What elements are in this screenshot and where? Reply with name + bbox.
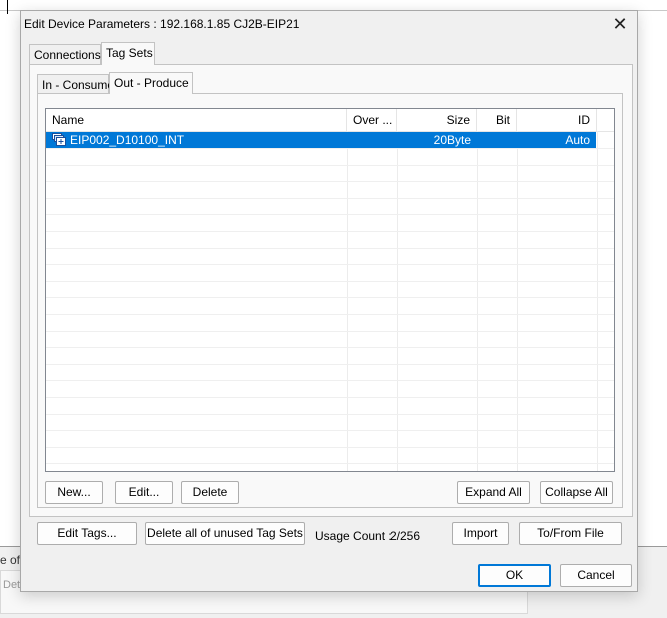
column-header-bit[interactable]: Bit [477,109,517,131]
tab-in-consume[interactable]: In - Consume [37,74,114,94]
grid-row-line [46,463,614,464]
cancel-button[interactable]: Cancel [560,564,632,587]
table-row[interactable]: EIP002_D10100_INT 20Byte Auto [46,132,596,148]
grid-row-line [46,248,614,249]
import-button[interactable]: Import [452,522,509,545]
grid-row-line [46,214,614,215]
dialog-title: Edit Device Parameters : 192.168.1.85 CJ… [24,17,300,31]
edit-tags-button[interactable]: Edit Tags... [37,522,137,545]
collapse-all-button[interactable]: Collapse All [540,481,613,504]
expand-all-button[interactable]: Expand All [457,481,530,504]
column-header-id[interactable]: ID [517,109,597,131]
grid-column-line [347,131,348,471]
close-icon[interactable]: ✕ [609,13,631,35]
grid-row-line [46,430,614,431]
row-bit-cell [477,132,517,148]
grid-column-line [477,131,478,471]
row-id-cell: Auto [565,133,590,147]
grid-column-line [597,131,598,471]
grid-row-line [46,397,614,398]
grid-row-line [46,297,614,298]
delete-button[interactable]: Delete [181,481,239,504]
grid-row-line [46,264,614,265]
grid-row-line [46,380,614,381]
edit-button[interactable]: Edit... [115,481,173,504]
column-header-name[interactable]: Name [46,109,347,131]
row-size-cell: 20Byte [433,133,471,147]
column-header-over[interactable]: Over ... [347,109,397,131]
grid-column-line [517,131,518,471]
grid-row-line [46,414,614,415]
title-bar: Edit Device Parameters : 192.168.1.85 CJ… [21,11,637,37]
grid-row-line [46,364,614,365]
grid-column-line [397,131,398,471]
grid-row-line [46,181,614,182]
column-header-size[interactable]: Size [397,109,477,131]
delete-unused-tag-sets-button[interactable]: Delete all of unused Tag Sets [145,522,305,545]
ok-button[interactable]: OK [478,564,551,587]
grid-row-line [46,447,614,448]
grid-row-line [46,331,614,332]
row-over-cell [347,132,397,148]
table-header: Name Over ... Size Bit ID [46,109,614,132]
background-cursor-mark [7,0,12,14]
tab-connections[interactable]: Connections [29,44,101,65]
grid-row-line [46,165,614,166]
usage-count-value: 2/256 [390,529,421,543]
edit-device-parameters-dialog: Edit Device Parameters : 192.168.1.85 CJ… [20,10,638,592]
new-button[interactable]: New... [45,481,103,504]
to-from-file-button[interactable]: To/From File [519,522,622,545]
background-details-tab: Det [3,579,21,591]
grid-row-line [46,314,614,315]
grid-row-line [46,231,614,232]
tab-out-produce[interactable]: Out - Produce [109,72,193,94]
row-name-cell: EIP002_D10100_INT [70,133,185,147]
tab-tag-sets[interactable]: Tag Sets [101,42,155,65]
tag-set-table[interactable]: Name Over ... Size Bit ID EIP002_D10100_… [45,108,615,472]
grid-row-line [46,198,614,199]
grid-row-line [46,148,614,149]
grid-row-line [46,347,614,348]
grid-row-line [46,281,614,282]
usage-count-label: Usage Count : [315,529,392,543]
